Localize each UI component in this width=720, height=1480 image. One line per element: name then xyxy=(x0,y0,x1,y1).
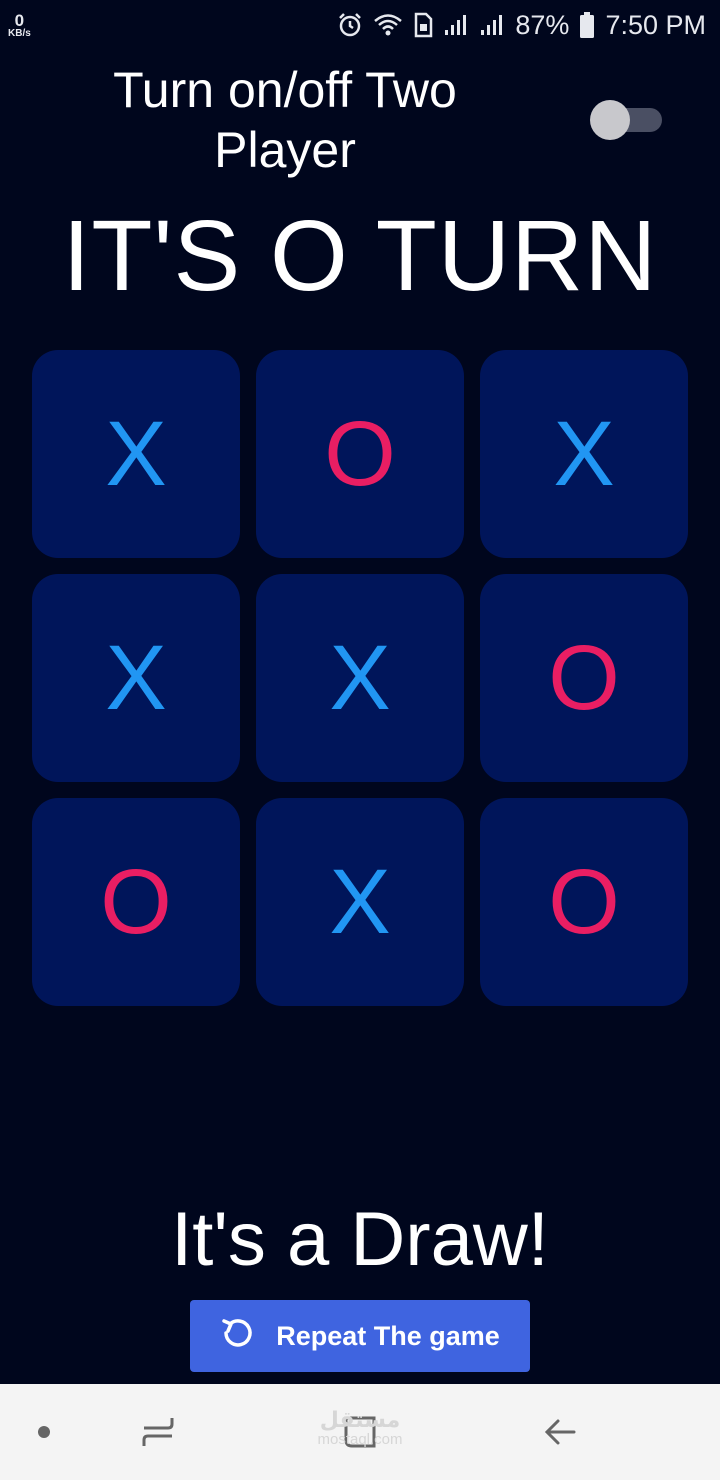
wifi-icon xyxy=(373,13,403,37)
cell-mark: X xyxy=(105,627,167,729)
back-icon[interactable] xyxy=(530,1384,590,1480)
signal-icon xyxy=(479,13,505,37)
board-cell[interactable]: X xyxy=(480,350,688,558)
board-cell[interactable]: O xyxy=(32,798,240,1006)
two-player-setting: Turn on/off Two Player xyxy=(0,58,720,188)
clock: 7:50 PM xyxy=(605,9,706,40)
cell-mark: X xyxy=(553,403,615,505)
two-player-toggle[interactable] xyxy=(590,100,662,140)
cell-mark: O xyxy=(100,851,172,953)
board-cell[interactable]: O xyxy=(256,350,464,558)
cell-mark: O xyxy=(548,851,620,953)
replay-icon xyxy=(220,1316,254,1357)
watermark: مستقل mostaql.com xyxy=(300,1407,420,1449)
battery-percent: 87% xyxy=(515,9,570,40)
game-result: It's a Draw! xyxy=(171,1197,549,1282)
two-player-label: Turn on/off Two Player xyxy=(113,62,457,178)
toggle-knob xyxy=(590,100,630,140)
board-cell[interactable]: O xyxy=(480,574,688,782)
network-speed-value: 0 xyxy=(14,10,25,30)
cell-mark: O xyxy=(548,627,620,729)
cell-mark: O xyxy=(324,403,396,505)
watermark-logo: مستقل xyxy=(319,1407,401,1432)
network-speed-unit: KB/s xyxy=(8,27,31,39)
repeat-game-label: Repeat The game xyxy=(276,1320,500,1351)
board-cell[interactable]: X xyxy=(256,574,464,782)
watermark-domain: mostaql.com xyxy=(317,1431,403,1449)
cell-mark: X xyxy=(329,851,391,953)
cell-mark: X xyxy=(329,627,391,729)
board-cell[interactable]: X xyxy=(32,574,240,782)
battery-icon xyxy=(579,11,595,39)
status-bar: 0 KB/s 87% 7:50 PM xyxy=(0,0,720,50)
signal-icon xyxy=(443,13,469,37)
board-cell[interactable]: X xyxy=(256,798,464,1006)
board-cell[interactable]: X xyxy=(32,350,240,558)
cell-mark: X xyxy=(105,403,167,505)
network-speed: 0 KB/s xyxy=(8,12,31,39)
game-board: X O X X X O O X O xyxy=(32,350,688,1006)
status-icons: 87% 7:50 PM xyxy=(337,10,706,41)
board-cell[interactable]: O xyxy=(480,798,688,1006)
dot-icon[interactable] xyxy=(24,1384,64,1480)
sim-icon xyxy=(413,12,433,38)
recent-apps-icon[interactable] xyxy=(128,1384,188,1480)
repeat-game-button[interactable]: Repeat The game xyxy=(190,1300,530,1372)
turn-title: IT'S O TURN xyxy=(62,200,658,312)
alarm-icon xyxy=(337,12,363,38)
